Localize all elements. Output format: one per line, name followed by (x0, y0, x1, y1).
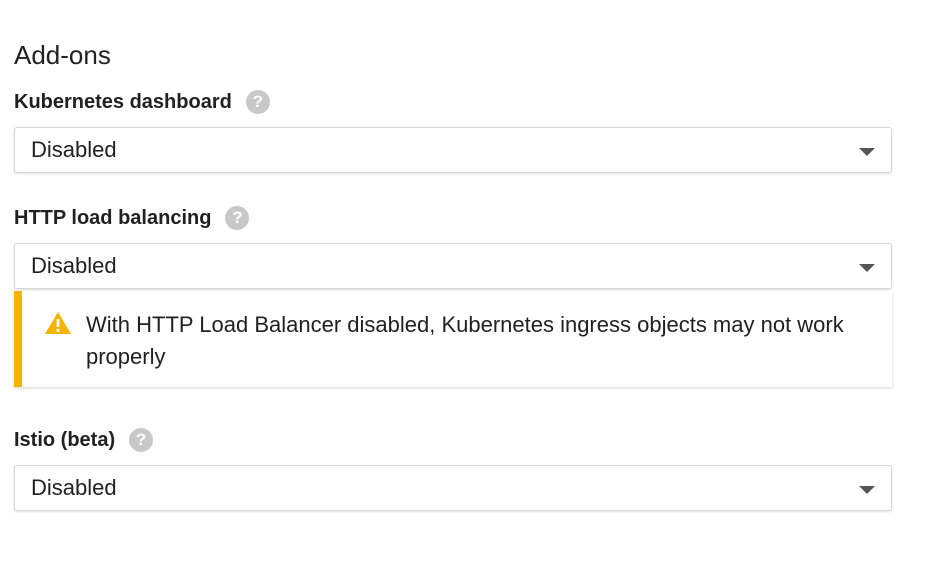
dropdown-arrow-icon (859, 486, 875, 494)
http-lb-warning: With HTTP Load Balancer disabled, Kubern… (14, 291, 892, 387)
istio-value: Disabled (31, 475, 117, 500)
dropdown-arrow-icon (859, 264, 875, 272)
kubernetes-dashboard-value: Disabled (31, 137, 117, 162)
istio-select[interactable]: Disabled (14, 465, 892, 511)
http-load-balancing-label-row: HTTP load balancing ? (14, 206, 250, 230)
help-icon[interactable]: ? (129, 428, 154, 452)
http-load-balancing-label: HTTP load balancing (14, 206, 212, 229)
addons-panel: Add-ons Kubernetes dashboard ? Disabled … (0, 0, 938, 562)
kubernetes-dashboard-label-row: Kubernetes dashboard ? (14, 90, 270, 114)
http-load-balancing-value: Disabled (31, 253, 117, 278)
kubernetes-dashboard-label: Kubernetes dashboard (14, 90, 232, 113)
istio-label-row: Istio (beta) ? (14, 428, 154, 452)
kubernetes-dashboard-select[interactable]: Disabled (14, 127, 892, 173)
section-title: Add-ons (14, 40, 111, 70)
help-icon[interactable]: ? (225, 206, 250, 230)
dropdown-arrow-icon (859, 148, 875, 156)
warning-text: With HTTP Load Balancer disabled, Kubern… (86, 312, 844, 369)
istio-label: Istio (beta) (14, 428, 116, 451)
warning-icon (45, 312, 71, 334)
http-load-balancing-select[interactable]: Disabled (14, 243, 892, 289)
help-icon[interactable]: ? (245, 90, 270, 114)
